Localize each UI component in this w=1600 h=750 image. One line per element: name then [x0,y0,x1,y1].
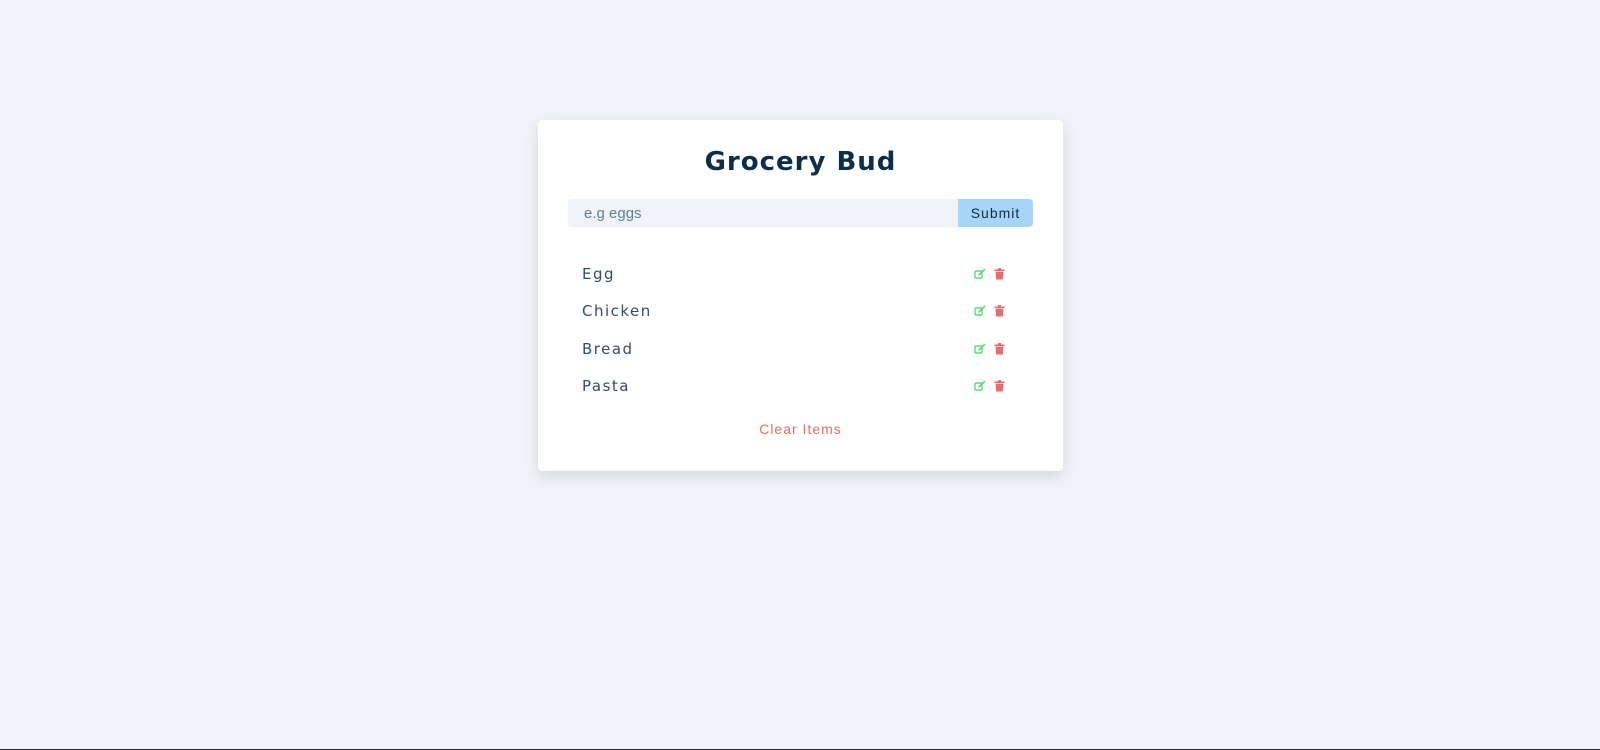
edit-icon[interactable] [973,342,986,355]
edit-icon[interactable] [973,267,986,280]
submit-button[interactable]: Submit [958,199,1033,227]
trash-icon[interactable] [993,267,1006,280]
grocery-card: Grocery Bud Submit Egg Chicken [538,120,1063,471]
trash-icon[interactable] [993,380,1006,393]
list-item: Bread [582,330,1007,368]
list-item: Chicken [582,293,1007,331]
item-title: Chicken [582,302,652,321]
item-actions [973,342,1006,355]
item-title: Egg [582,264,616,283]
item-actions [973,267,1006,280]
clear-items-button[interactable]: Clear Items [538,421,1063,437]
trash-icon[interactable] [993,342,1006,355]
edit-icon[interactable] [973,305,986,318]
grocery-input[interactable] [568,199,958,227]
item-title: Bread [582,339,634,358]
list-item: Pasta [582,368,1007,406]
app-title: Grocery Bud [704,147,897,177]
item-actions [973,380,1006,393]
grocery-list: Egg Chicken Bread Pasta [582,255,1007,405]
item-actions [973,305,1006,318]
list-item: Egg [582,255,1007,293]
grocery-form: Submit [568,199,1033,227]
trash-icon[interactable] [993,305,1006,318]
item-title: Pasta [582,377,630,396]
edit-icon[interactable] [973,380,986,393]
